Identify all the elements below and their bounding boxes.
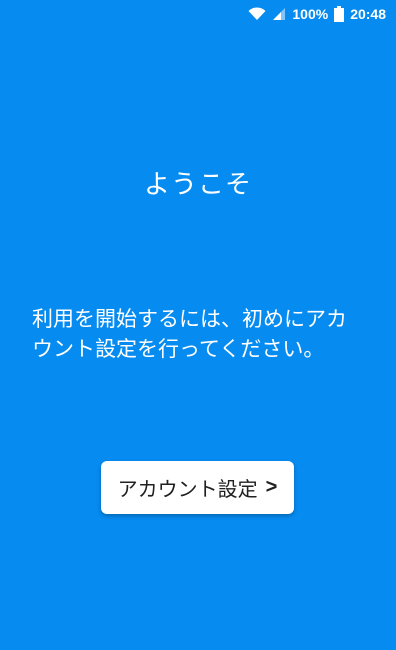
signal-icon	[272, 7, 286, 21]
battery-icon	[334, 6, 345, 22]
instruction-line-2: ウント設定を行ってください。	[32, 337, 325, 361]
chevron-right-icon: >	[265, 476, 278, 498]
account-setup-label: アカウント設定	[117, 477, 258, 501]
status-time: 20:48	[350, 6, 386, 22]
account-setup-button[interactable]: アカウント設定 >	[101, 461, 294, 514]
battery-percent: 100%	[292, 6, 329, 22]
status-bar: 100% 20:48	[0, 0, 396, 28]
instruction-line-1: 利用を開始するには、初めにアカ	[32, 307, 347, 331]
setup-instructions: 利用を開始するには、初めにアカ ウント設定を行ってください。	[32, 304, 372, 364]
wifi-icon	[248, 7, 266, 21]
welcome-title: ようこそ	[143, 170, 252, 200]
